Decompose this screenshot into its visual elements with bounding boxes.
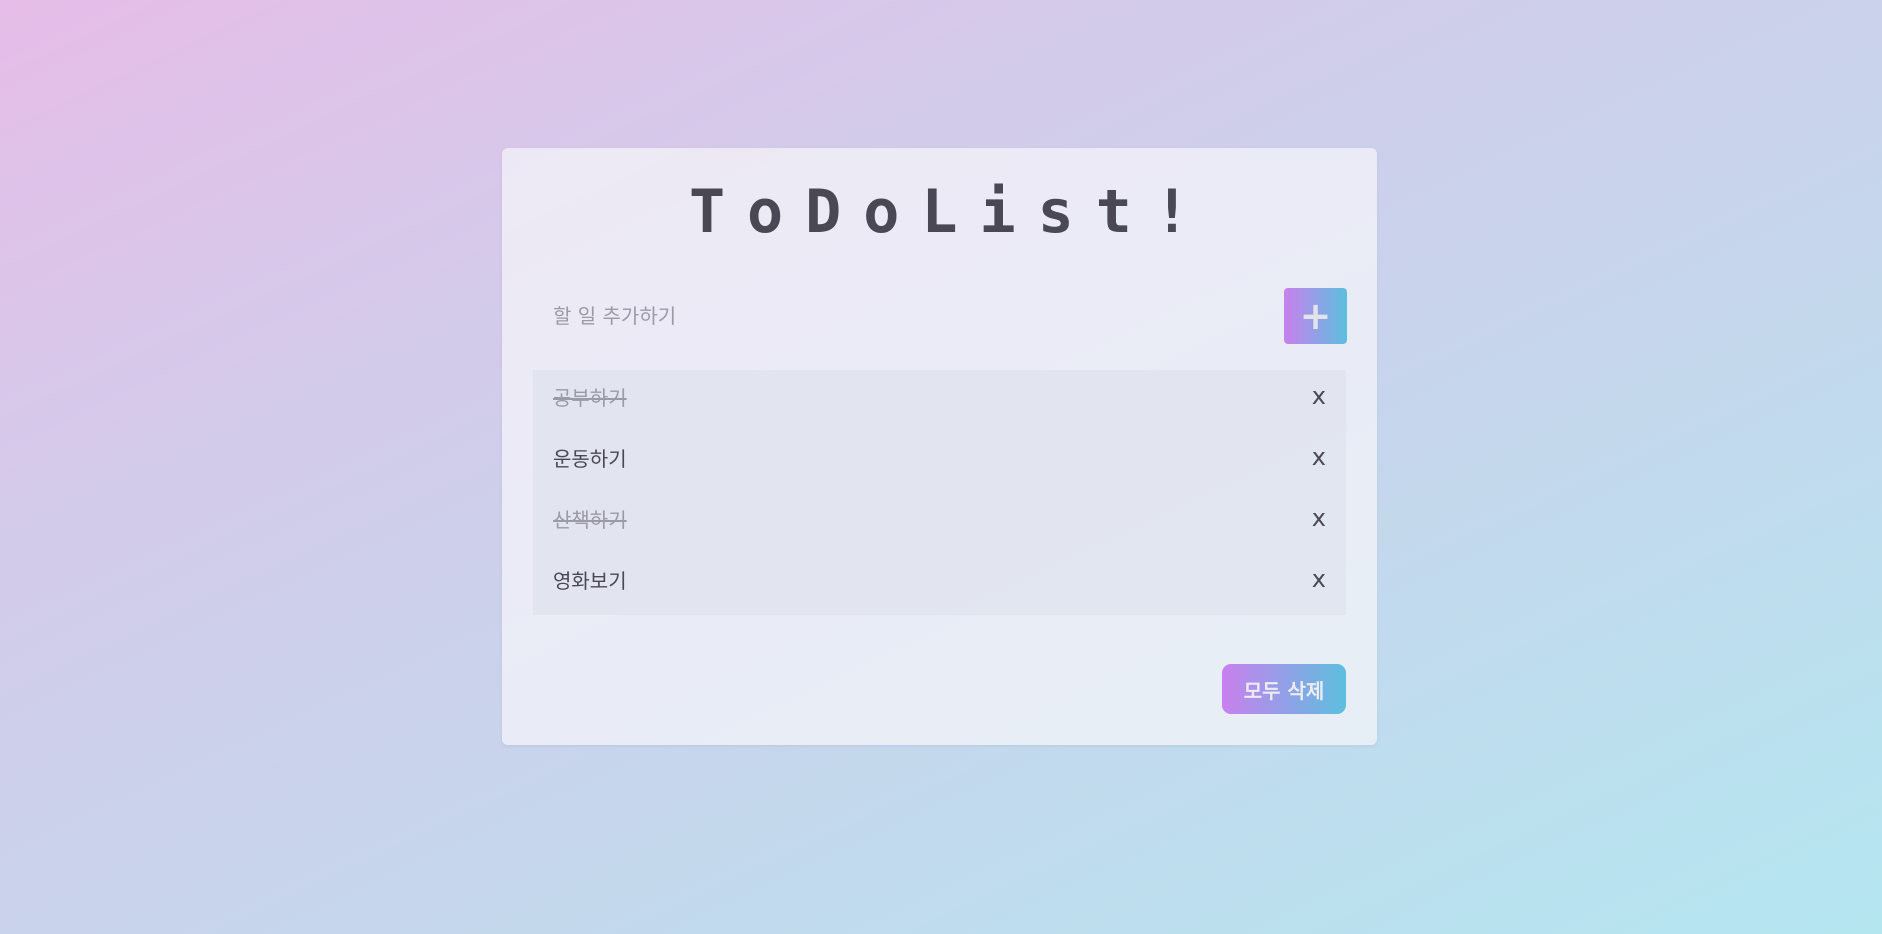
delete-todo-button[interactable]: x bbox=[1312, 443, 1326, 471]
page-title: ToDoList! bbox=[688, 177, 1213, 247]
add-todo-button[interactable]: + bbox=[1284, 288, 1347, 344]
clear-all-button[interactable]: 모두 삭제 bbox=[1222, 664, 1346, 714]
add-todo-form: + bbox=[532, 288, 1347, 344]
todo-item-text[interactable]: 산책하기 bbox=[553, 504, 627, 533]
todo-item-text[interactable]: 공부하기 bbox=[553, 382, 627, 411]
todo-item: 영화보기 x bbox=[533, 553, 1346, 614]
delete-todo-button[interactable]: x bbox=[1312, 382, 1326, 410]
todo-card: ToDoList! + 공부하기 x 운동하기 x 산책하기 x 영화보기 x … bbox=[502, 148, 1377, 745]
delete-todo-button[interactable]: x bbox=[1312, 504, 1326, 532]
todo-input[interactable] bbox=[532, 288, 1272, 344]
todo-item: 공부하기 x bbox=[533, 370, 1346, 431]
todo-list: 공부하기 x 운동하기 x 산책하기 x 영화보기 x bbox=[533, 370, 1346, 615]
delete-todo-button[interactable]: x bbox=[1312, 565, 1326, 593]
todo-item-text[interactable]: 영화보기 bbox=[553, 565, 627, 594]
todo-item: 운동하기 x bbox=[533, 431, 1346, 492]
todo-item-text[interactable]: 운동하기 bbox=[553, 443, 627, 472]
todo-item: 산책하기 x bbox=[533, 492, 1346, 553]
